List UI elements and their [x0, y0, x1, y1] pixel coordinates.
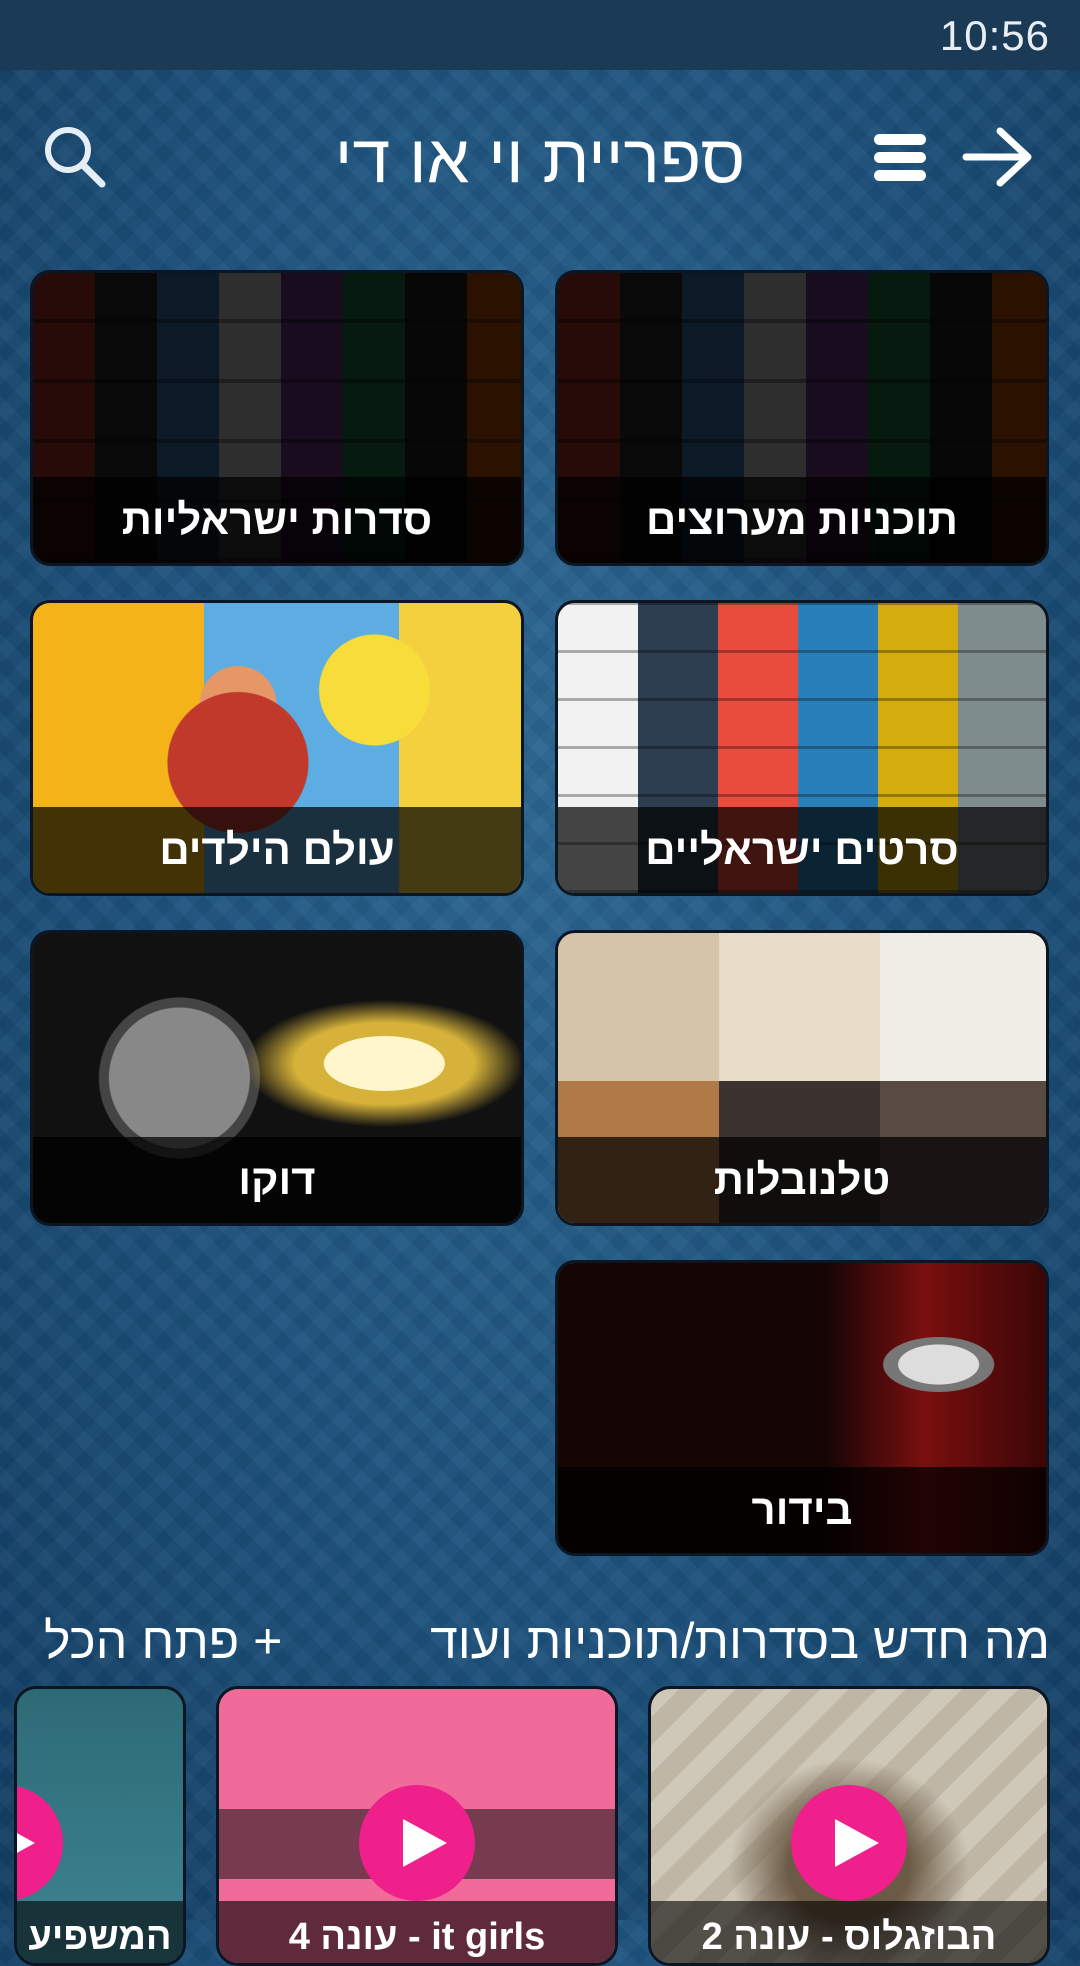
tile-label: תוכניות מערוצים — [558, 477, 1046, 563]
category-tile-israeli-movies[interactable]: סרטים ישראליים — [555, 600, 1049, 896]
menu-icon[interactable] — [870, 128, 930, 188]
card-label: המשפיע — [17, 1901, 183, 1963]
tile-label: בידור — [558, 1467, 1046, 1553]
tile-label: סדרות ישראליות — [33, 477, 521, 563]
tile-label: סרטים ישראליים — [558, 807, 1046, 893]
new-item-card[interactable]: המשפיע — [14, 1686, 186, 1966]
open-all-link[interactable]: + פתח הכל — [44, 1612, 282, 1670]
section-title-whats-new: מה חדש בסדרות/תוכניות ועוד — [430, 1613, 1050, 1669]
tile-label: עולם הילדים — [33, 807, 521, 893]
new-item-card[interactable]: הבוזגלוס - עונה 2 — [648, 1686, 1050, 1966]
play-icon[interactable] — [359, 1785, 475, 1901]
category-tile-israeli-series[interactable]: סדרות ישראליות — [30, 270, 524, 566]
new-item-card[interactable]: it girls - עונה 4 — [216, 1686, 618, 1966]
category-tile-docu[interactable]: דוקו — [30, 930, 524, 1226]
category-tile-entertainment[interactable]: בידור — [555, 1260, 1049, 1556]
tile-label: טלנובלות — [558, 1137, 1046, 1223]
category-tile-kids-world[interactable]: עולם הילדים — [30, 600, 524, 896]
arrow-right-icon[interactable] — [958, 122, 1038, 192]
card-label: it girls - עונה 4 — [219, 1901, 615, 1963]
category-tile-channel-shows[interactable]: תוכניות מערוצים — [555, 270, 1049, 566]
app-bar: ספריית וי או די — [0, 70, 1080, 240]
category-tile-telenovelas[interactable]: טלנובלות — [555, 930, 1049, 1226]
card-label: הבוזגלוס - עונה 2 — [651, 1901, 1047, 1963]
tile-label: דוקו — [33, 1137, 521, 1223]
play-icon[interactable] — [791, 1785, 907, 1901]
status-time: 10:56 — [939, 12, 1050, 59]
status-bar: 10:56 — [0, 0, 1080, 70]
